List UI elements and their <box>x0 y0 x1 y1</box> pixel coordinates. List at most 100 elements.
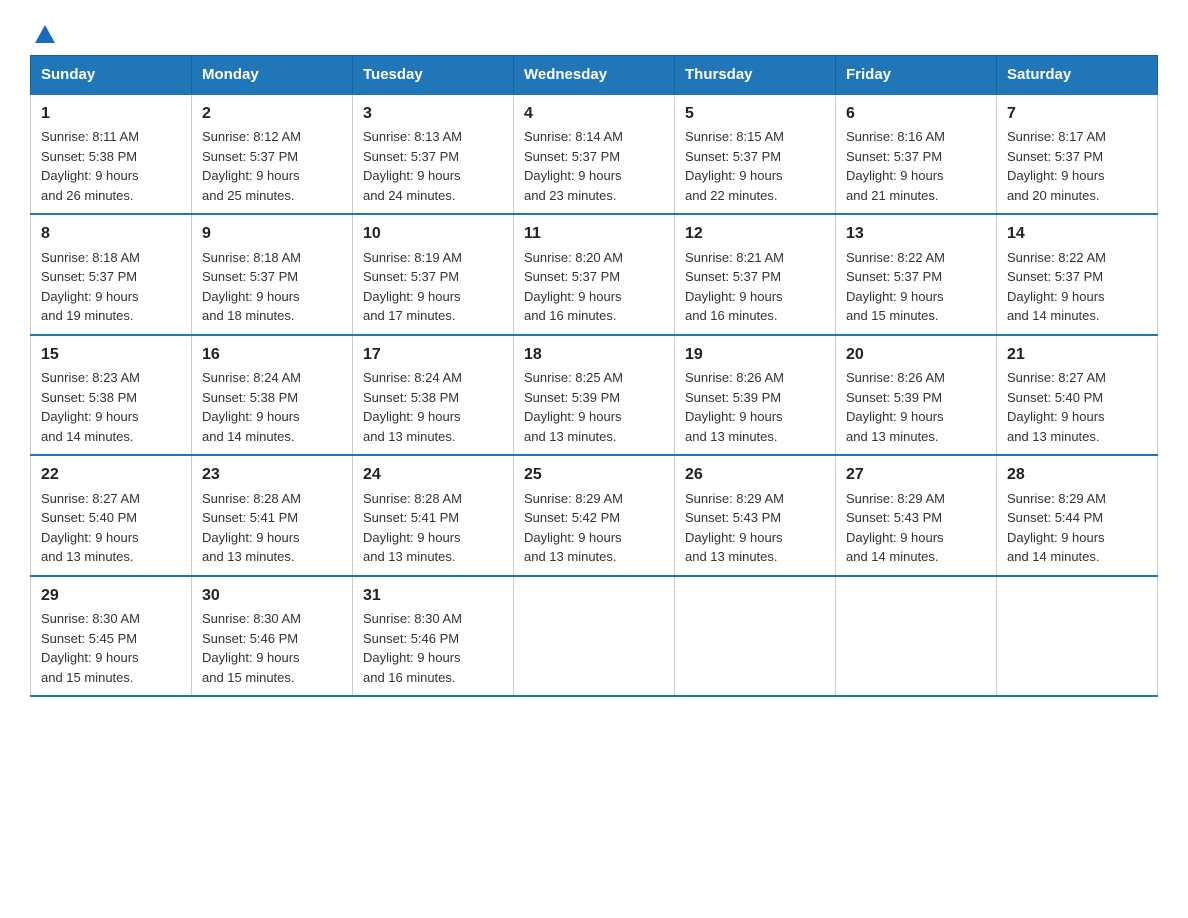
calendar-day-cell: 8 Sunrise: 8:18 AMSunset: 5:37 PMDayligh… <box>31 214 192 334</box>
day-number: 30 <box>202 584 342 607</box>
weekday-header-wednesday: Wednesday <box>514 56 675 95</box>
day-info: Sunrise: 8:11 AMSunset: 5:38 PMDaylight:… <box>41 129 139 203</box>
day-info: Sunrise: 8:22 AMSunset: 5:37 PMDaylight:… <box>1007 250 1106 324</box>
day-info: Sunrise: 8:29 AMSunset: 5:42 PMDaylight:… <box>524 491 623 565</box>
day-info: Sunrise: 8:22 AMSunset: 5:37 PMDaylight:… <box>846 250 945 324</box>
day-number: 29 <box>41 584 181 607</box>
day-number: 8 <box>41 222 181 245</box>
calendar-day-cell: 11 Sunrise: 8:20 AMSunset: 5:37 PMDaylig… <box>514 214 675 334</box>
logo <box>30 20 55 45</box>
calendar-day-cell: 16 Sunrise: 8:24 AMSunset: 5:38 PMDaylig… <box>192 335 353 455</box>
day-number: 26 <box>685 463 825 486</box>
calendar-table: SundayMondayTuesdayWednesdayThursdayFrid… <box>30 55 1158 697</box>
day-info: Sunrise: 8:19 AMSunset: 5:37 PMDaylight:… <box>363 250 462 324</box>
logo-triangle-icon <box>35 25 55 43</box>
day-info: Sunrise: 8:28 AMSunset: 5:41 PMDaylight:… <box>202 491 301 565</box>
day-info: Sunrise: 8:30 AMSunset: 5:45 PMDaylight:… <box>41 611 140 685</box>
calendar-day-cell: 12 Sunrise: 8:21 AMSunset: 5:37 PMDaylig… <box>675 214 836 334</box>
day-info: Sunrise: 8:15 AMSunset: 5:37 PMDaylight:… <box>685 129 784 203</box>
day-info: Sunrise: 8:29 AMSunset: 5:43 PMDaylight:… <box>846 491 945 565</box>
calendar-day-cell: 29 Sunrise: 8:30 AMSunset: 5:45 PMDaylig… <box>31 576 192 696</box>
day-number: 5 <box>685 102 825 125</box>
calendar-day-cell <box>997 576 1158 696</box>
calendar-day-cell <box>836 576 997 696</box>
day-number: 12 <box>685 222 825 245</box>
day-number: 13 <box>846 222 986 245</box>
day-info: Sunrise: 8:12 AMSunset: 5:37 PMDaylight:… <box>202 129 301 203</box>
calendar-day-cell: 1 Sunrise: 8:11 AMSunset: 5:38 PMDayligh… <box>31 94 192 214</box>
weekday-header-thursday: Thursday <box>675 56 836 95</box>
weekday-header-saturday: Saturday <box>997 56 1158 95</box>
calendar-day-cell: 22 Sunrise: 8:27 AMSunset: 5:40 PMDaylig… <box>31 455 192 575</box>
calendar-header-row: SundayMondayTuesdayWednesdayThursdayFrid… <box>31 56 1158 95</box>
calendar-day-cell: 7 Sunrise: 8:17 AMSunset: 5:37 PMDayligh… <box>997 94 1158 214</box>
calendar-day-cell: 21 Sunrise: 8:27 AMSunset: 5:40 PMDaylig… <box>997 335 1158 455</box>
day-number: 2 <box>202 102 342 125</box>
day-info: Sunrise: 8:23 AMSunset: 5:38 PMDaylight:… <box>41 370 140 444</box>
weekday-header-sunday: Sunday <box>31 56 192 95</box>
day-info: Sunrise: 8:30 AMSunset: 5:46 PMDaylight:… <box>202 611 301 685</box>
day-info: Sunrise: 8:26 AMSunset: 5:39 PMDaylight:… <box>846 370 945 444</box>
calendar-day-cell: 13 Sunrise: 8:22 AMSunset: 5:37 PMDaylig… <box>836 214 997 334</box>
day-info: Sunrise: 8:26 AMSunset: 5:39 PMDaylight:… <box>685 370 784 444</box>
day-number: 9 <box>202 222 342 245</box>
weekday-header-monday: Monday <box>192 56 353 95</box>
day-number: 24 <box>363 463 503 486</box>
calendar-day-cell: 26 Sunrise: 8:29 AMSunset: 5:43 PMDaylig… <box>675 455 836 575</box>
calendar-week-row: 8 Sunrise: 8:18 AMSunset: 5:37 PMDayligh… <box>31 214 1158 334</box>
day-info: Sunrise: 8:13 AMSunset: 5:37 PMDaylight:… <box>363 129 462 203</box>
day-info: Sunrise: 8:29 AMSunset: 5:44 PMDaylight:… <box>1007 491 1106 565</box>
day-number: 21 <box>1007 343 1147 366</box>
day-number: 11 <box>524 222 664 245</box>
day-number: 25 <box>524 463 664 486</box>
day-number: 31 <box>363 584 503 607</box>
page-header <box>30 20 1158 45</box>
calendar-day-cell: 25 Sunrise: 8:29 AMSunset: 5:42 PMDaylig… <box>514 455 675 575</box>
day-info: Sunrise: 8:17 AMSunset: 5:37 PMDaylight:… <box>1007 129 1106 203</box>
day-info: Sunrise: 8:18 AMSunset: 5:37 PMDaylight:… <box>41 250 140 324</box>
day-number: 17 <box>363 343 503 366</box>
calendar-week-row: 15 Sunrise: 8:23 AMSunset: 5:38 PMDaylig… <box>31 335 1158 455</box>
day-number: 27 <box>846 463 986 486</box>
day-number: 19 <box>685 343 825 366</box>
day-number: 16 <box>202 343 342 366</box>
calendar-day-cell: 23 Sunrise: 8:28 AMSunset: 5:41 PMDaylig… <box>192 455 353 575</box>
day-info: Sunrise: 8:29 AMSunset: 5:43 PMDaylight:… <box>685 491 784 565</box>
day-number: 1 <box>41 102 181 125</box>
calendar-day-cell: 17 Sunrise: 8:24 AMSunset: 5:38 PMDaylig… <box>353 335 514 455</box>
day-number: 23 <box>202 463 342 486</box>
day-info: Sunrise: 8:25 AMSunset: 5:39 PMDaylight:… <box>524 370 623 444</box>
calendar-day-cell: 4 Sunrise: 8:14 AMSunset: 5:37 PMDayligh… <box>514 94 675 214</box>
calendar-day-cell: 30 Sunrise: 8:30 AMSunset: 5:46 PMDaylig… <box>192 576 353 696</box>
calendar-day-cell: 5 Sunrise: 8:15 AMSunset: 5:37 PMDayligh… <box>675 94 836 214</box>
calendar-day-cell: 9 Sunrise: 8:18 AMSunset: 5:37 PMDayligh… <box>192 214 353 334</box>
day-info: Sunrise: 8:14 AMSunset: 5:37 PMDaylight:… <box>524 129 623 203</box>
day-info: Sunrise: 8:21 AMSunset: 5:37 PMDaylight:… <box>685 250 784 324</box>
calendar-day-cell: 24 Sunrise: 8:28 AMSunset: 5:41 PMDaylig… <box>353 455 514 575</box>
calendar-week-row: 22 Sunrise: 8:27 AMSunset: 5:40 PMDaylig… <box>31 455 1158 575</box>
day-info: Sunrise: 8:16 AMSunset: 5:37 PMDaylight:… <box>846 129 945 203</box>
day-number: 15 <box>41 343 181 366</box>
calendar-week-row: 29 Sunrise: 8:30 AMSunset: 5:45 PMDaylig… <box>31 576 1158 696</box>
day-number: 22 <box>41 463 181 486</box>
day-info: Sunrise: 8:24 AMSunset: 5:38 PMDaylight:… <box>363 370 462 444</box>
calendar-day-cell: 2 Sunrise: 8:12 AMSunset: 5:37 PMDayligh… <box>192 94 353 214</box>
calendar-day-cell: 28 Sunrise: 8:29 AMSunset: 5:44 PMDaylig… <box>997 455 1158 575</box>
calendar-day-cell: 6 Sunrise: 8:16 AMSunset: 5:37 PMDayligh… <box>836 94 997 214</box>
day-number: 10 <box>363 222 503 245</box>
calendar-day-cell <box>675 576 836 696</box>
calendar-day-cell: 3 Sunrise: 8:13 AMSunset: 5:37 PMDayligh… <box>353 94 514 214</box>
day-number: 14 <box>1007 222 1147 245</box>
calendar-day-cell: 31 Sunrise: 8:30 AMSunset: 5:46 PMDaylig… <box>353 576 514 696</box>
calendar-day-cell: 14 Sunrise: 8:22 AMSunset: 5:37 PMDaylig… <box>997 214 1158 334</box>
calendar-day-cell: 20 Sunrise: 8:26 AMSunset: 5:39 PMDaylig… <box>836 335 997 455</box>
day-info: Sunrise: 8:20 AMSunset: 5:37 PMDaylight:… <box>524 250 623 324</box>
calendar-day-cell: 27 Sunrise: 8:29 AMSunset: 5:43 PMDaylig… <box>836 455 997 575</box>
day-number: 20 <box>846 343 986 366</box>
calendar-day-cell: 18 Sunrise: 8:25 AMSunset: 5:39 PMDaylig… <box>514 335 675 455</box>
calendar-day-cell: 10 Sunrise: 8:19 AMSunset: 5:37 PMDaylig… <box>353 214 514 334</box>
day-number: 6 <box>846 102 986 125</box>
day-number: 4 <box>524 102 664 125</box>
weekday-header-friday: Friday <box>836 56 997 95</box>
day-number: 3 <box>363 102 503 125</box>
